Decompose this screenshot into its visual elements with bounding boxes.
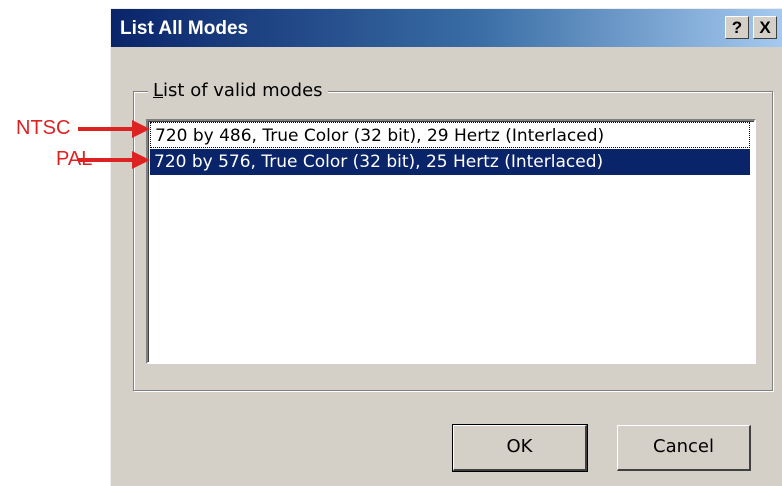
cancel-button[interactable]: Cancel [617,425,751,471]
mode-item-ntsc[interactable]: 720 by 486, True Color (32 bit), 29 Hert… [150,122,750,148]
close-icon: X [759,18,771,37]
title-bar[interactable]: List All Modes ? X [111,9,782,47]
ntsc-annotation: NTSC [16,117,71,139]
group-label: List of valid modes [148,80,328,101]
arrow-right-icon [78,120,150,138]
help-icon: ? [731,18,743,37]
group-label-accelerator: L [153,80,164,101]
arrow-right-icon [78,151,150,169]
group-label-text: ist of valid modes [163,80,323,101]
help-button[interactable]: ? [725,16,749,39]
mode-item-pal[interactable]: 720 by 576, True Color (32 bit), 25 Hert… [150,149,750,175]
ok-button[interactable]: OK [452,424,588,472]
modes-listbox[interactable]: 720 by 486, True Color (32 bit), 29 Hert… [146,119,756,364]
window-title: List All Modes [120,18,249,39]
close-button[interactable]: X [753,16,777,39]
list-all-modes-dialog: List All Modes ? X List of valid modes 7… [110,8,782,486]
